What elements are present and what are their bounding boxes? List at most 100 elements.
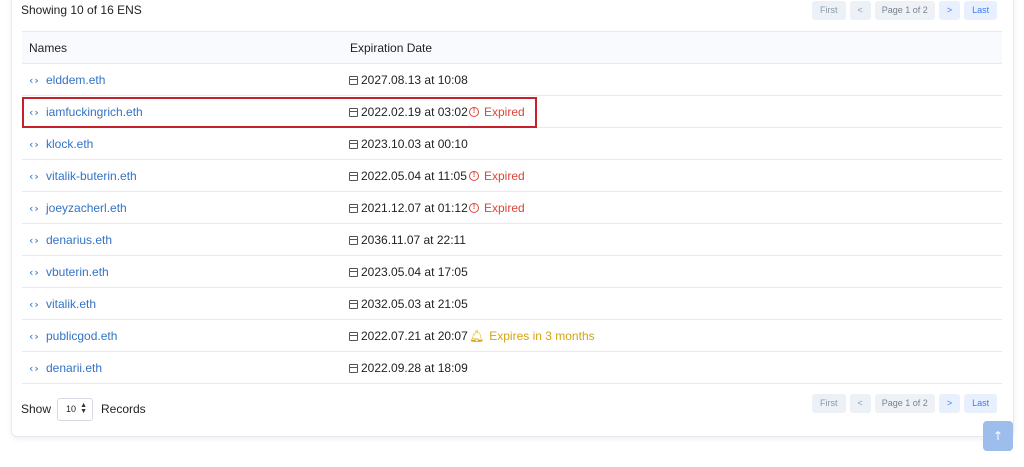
calendar-icon (349, 139, 358, 149)
expiration-date-text: 2021.12.07 at 01:12 (361, 201, 468, 215)
exclamation-circle-icon: ! (469, 171, 479, 181)
ens-name-text: vitalik-buterin.eth (46, 169, 137, 183)
expiring-soon-badge: 🔔︎ Expires in 3 months (469, 329, 595, 343)
expired-badge: ! Expired (469, 169, 525, 183)
names-column-header: Names (29, 41, 68, 55)
arrow-up-icon: ↑ (992, 429, 1004, 443)
status-text: Expired (484, 105, 525, 119)
exclamation-circle-icon: ! (469, 107, 479, 117)
scroll-to-top-button[interactable]: ↑ (983, 421, 1013, 451)
last-page-button[interactable]: Last (964, 394, 998, 413)
ens-name-link[interactable]: ‹› publicgod.eth (29, 329, 117, 343)
page-info: Page 1 of 2 (874, 1, 935, 20)
page-size-value: 10 (66, 404, 77, 414)
ens-names-table: Names Expiration Date ‹› elddem.eth 2027… (22, 31, 1002, 384)
page-size-select[interactable]: 10 ▲ ▼ (57, 398, 93, 421)
records-summary: Showing 10 of 16 ENS (21, 3, 142, 17)
expiration-column-header: Expiration Date (350, 41, 433, 55)
ens-name-link[interactable]: ‹› iamfuckingrich.eth (29, 105, 143, 119)
table-row: ‹› elddem.eth 2027.08.13 at 10:08 (22, 64, 1002, 96)
calendar-icon (349, 299, 358, 309)
ens-name-link[interactable]: ‹› elddem.eth (29, 73, 105, 87)
table-row: ‹› publicgod.eth 2022.07.21 at 20:07 🔔︎ … (22, 320, 1002, 352)
expiration-date-text: 2036.11.07 at 22:11 (361, 233, 466, 247)
calendar-icon (349, 363, 358, 373)
code-brackets-icon: ‹› (29, 105, 40, 119)
expiration-date: 2021.12.07 at 01:12 (349, 201, 468, 215)
code-brackets-icon: ‹› (29, 361, 40, 375)
expiration-date-text: 2027.08.13 at 10:08 (361, 73, 468, 87)
ens-name-text: vitalik.eth (46, 297, 97, 311)
first-page-button[interactable]: First (812, 394, 846, 413)
select-arrows-icon: ▲ ▼ (80, 402, 87, 415)
calendar-icon (349, 267, 358, 277)
table-row: ‹› vbuterin.eth 2023.05.04 at 17:05 (22, 256, 1002, 288)
ens-name-link[interactable]: ‹› vitalik.eth (29, 297, 96, 311)
table-row: ‹› joeyzacherl.eth 2021.12.07 at 01:12 !… (22, 192, 1002, 224)
ens-name-text: publicgod.eth (46, 329, 118, 343)
calendar-icon (349, 235, 358, 245)
calendar-icon (349, 75, 358, 85)
exclamation-circle-icon: ! (469, 203, 479, 213)
code-brackets-icon: ‹› (29, 233, 40, 247)
code-brackets-icon: ‹› (29, 297, 40, 311)
expiration-date-text: 2022.02.19 at 03:02 (361, 105, 468, 119)
next-page-button[interactable]: > (938, 394, 961, 413)
expiration-date: 2027.08.13 at 10:08 (349, 73, 468, 87)
code-brackets-icon: ‹› (29, 265, 40, 279)
next-page-button[interactable]: > (938, 1, 961, 20)
expired-badge: ! Expired (469, 105, 525, 119)
calendar-icon (349, 331, 358, 341)
code-brackets-icon: ‹› (29, 329, 40, 343)
status-text: Expired (484, 169, 525, 183)
table-row: ‹› iamfuckingrich.eth 2022.02.19 at 03:0… (22, 96, 1002, 128)
code-brackets-icon: ‹› (29, 137, 40, 151)
code-brackets-icon: ‹› (29, 169, 40, 183)
status-text: Expired (484, 201, 525, 215)
expiration-date-text: 2032.05.03 at 21:05 (361, 297, 468, 311)
ens-name-link[interactable]: ‹› klock.eth (29, 137, 93, 151)
ens-name-link[interactable]: ‹› vbuterin.eth (29, 265, 109, 279)
table-row: ‹› denarius.eth 2036.11.07 at 22:11 (22, 224, 1002, 256)
expiration-date: 2036.11.07 at 22:11 (349, 233, 466, 247)
pagination-top: First < Page 1 of 2 > Last (812, 1, 998, 20)
prev-page-button[interactable]: < (849, 394, 871, 413)
table-row: ‹› vitalik.eth 2032.05.03 at 21:05 (22, 288, 1002, 320)
expiration-date: 2022.07.21 at 20:07 (349, 329, 468, 343)
code-brackets-icon: ‹› (29, 201, 40, 215)
ens-name-link[interactable]: ‹› vitalik-buterin.eth (29, 169, 137, 183)
expiration-date-text: 2022.09.28 at 18:09 (361, 361, 468, 375)
calendar-icon (349, 171, 358, 181)
expired-badge: ! Expired (469, 201, 525, 215)
ens-name-text: denarii.eth (46, 361, 103, 375)
table-row: ‹› vitalik-buterin.eth 2022.05.04 at 11:… (22, 160, 1002, 192)
last-page-button[interactable]: Last (964, 1, 998, 20)
expiration-date: 2022.09.28 at 18:09 (349, 361, 468, 375)
records-label: Records (101, 402, 146, 416)
code-brackets-icon: ‹› (29, 73, 40, 87)
ens-name-text: elddem.eth (46, 73, 106, 87)
show-label: Show (21, 402, 52, 416)
table-row: ‹› klock.eth 2023.10.03 at 00:10 (22, 128, 1002, 160)
page-info: Page 1 of 2 (874, 394, 935, 413)
expiration-date-text: 2023.05.04 at 17:05 (361, 265, 468, 279)
ens-name-text: denarius.eth (46, 233, 113, 247)
ens-name-link[interactable]: ‹› denarius.eth (29, 233, 112, 247)
first-page-button[interactable]: First (812, 1, 846, 20)
bell-icon: 🔔︎ (469, 329, 485, 343)
ens-name-text: vbuterin.eth (46, 265, 109, 279)
ens-name-link[interactable]: ‹› joeyzacherl.eth (29, 201, 127, 215)
expiration-date-text: 2022.07.21 at 20:07 (361, 329, 468, 343)
expiration-date-text: 2022.05.04 at 11:05 (361, 169, 467, 183)
prev-page-button[interactable]: < (849, 1, 871, 20)
ens-name-link[interactable]: ‹› denarii.eth (29, 361, 102, 375)
table-header: Names Expiration Date (22, 31, 1002, 64)
expiration-date-text: 2023.10.03 at 00:10 (361, 137, 468, 151)
pagination-bottom: First < Page 1 of 2 > Last (812, 394, 998, 413)
expiration-date: 2022.02.19 at 03:02 (349, 105, 468, 119)
status-text: Expires in 3 months (489, 329, 595, 343)
calendar-icon (349, 203, 358, 213)
table-row: ‹› denarii.eth 2022.09.28 at 18:09 (22, 352, 1002, 384)
expiration-date: 2032.05.03 at 21:05 (349, 297, 468, 311)
table-body: ‹› elddem.eth 2027.08.13 at 10:08 ‹› iam… (22, 64, 1002, 384)
